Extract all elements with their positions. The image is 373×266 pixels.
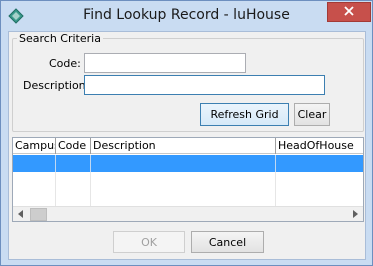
column-line: [13, 172, 56, 206]
search-criteria-group: Search Criteria Code: Description: Refre…: [12, 32, 364, 132]
clear-button[interactable]: Clear: [294, 103, 330, 126]
column-line: [276, 172, 363, 206]
horizontal-scrollbar[interactable]: [13, 206, 363, 221]
scroll-left-button[interactable]: [13, 207, 29, 222]
results-grid[interactable]: Campus Code Description HeadOfHouse: [12, 137, 364, 222]
scroll-left-arrow-icon: [18, 208, 24, 221]
column-header-campus[interactable]: Campus: [13, 138, 56, 154]
description-input[interactable]: [84, 75, 325, 95]
title-bar[interactable]: Find Lookup Record - luHouse: [1, 1, 372, 31]
column-line: [56, 172, 91, 206]
column-header-headofhouse[interactable]: HeadOfHouse: [276, 138, 363, 154]
cancel-button[interactable]: Cancel: [191, 231, 264, 253]
cell-headofhouse[interactable]: [276, 155, 363, 172]
cell-campus[interactable]: [13, 155, 56, 172]
code-input[interactable]: [84, 53, 246, 73]
grid-header: Campus Code Description HeadOfHouse: [13, 138, 363, 154]
scroll-right-button[interactable]: [347, 207, 363, 222]
code-label: Code:: [49, 57, 81, 70]
cell-code[interactable]: [56, 155, 91, 172]
column-line: [91, 172, 276, 206]
refresh-grid-button[interactable]: Refresh Grid: [200, 103, 289, 126]
scrollbar-thumb[interactable]: [30, 208, 47, 221]
description-label: Description:: [23, 79, 90, 92]
find-lookup-dialog: Find Lookup Record - luHouse Search Crit…: [0, 0, 373, 266]
dialog-body: Search Criteria Code: Description: Refre…: [8, 31, 366, 260]
grid-empty-area: [13, 172, 363, 206]
column-header-description[interactable]: Description: [91, 138, 276, 154]
ok-button[interactable]: OK: [113, 231, 185, 253]
window-title: Find Lookup Record - luHouse: [83, 7, 290, 23]
close-button[interactable]: [327, 2, 371, 22]
table-row[interactable]: [13, 155, 363, 172]
scroll-right-arrow-icon: [352, 208, 358, 221]
cell-description[interactable]: [91, 155, 276, 172]
search-criteria-title: Search Criteria: [17, 32, 103, 45]
close-icon: [344, 5, 354, 19]
column-header-code[interactable]: Code: [56, 138, 91, 154]
